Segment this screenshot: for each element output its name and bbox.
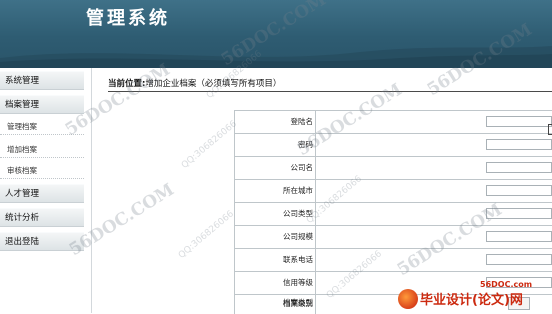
field-label: 联系电话 — [234, 248, 316, 271]
password-input[interactable] — [486, 139, 552, 150]
breadcrumb-prefix: 当前位置: — [108, 79, 146, 89]
field-label: 公司规模 — [234, 225, 316, 248]
form-row-login: 登陆名 — [234, 110, 552, 134]
logo-text: 毕业设计(论文)网 — [420, 293, 523, 308]
field-label: 登陆名 — [234, 110, 316, 133]
form-row-company-type: 公司类型 — [234, 202, 552, 226]
field-label: 公司类型 — [234, 202, 316, 225]
breadcrumb-text: 增加企业档案（必须填写所有项目） — [145, 79, 282, 89]
watermark-qq: QQ:306826066 — [176, 209, 236, 261]
field-label: 所在城市 — [234, 179, 316, 202]
header-wave-decoration — [0, 46, 552, 68]
login-name-input[interactable] — [486, 116, 552, 127]
field-label: 信用等级 — [234, 271, 316, 294]
sidebar-subitem-manage-archives[interactable]: 管理档案 — [0, 119, 84, 135]
company-type-input[interactable] — [486, 208, 552, 219]
company-size-input[interactable] — [486, 231, 552, 242]
app-header: 管理系统 — [0, 0, 552, 68]
sidebar-item-talent[interactable]: 人才管理 — [0, 184, 84, 203]
form-row-phone: 联系电话 — [234, 248, 552, 272]
app-title: 管理系统 — [86, 8, 170, 29]
sidebar: 系统管理 档案管理 管理档案 增加档案 审核档案 人才管理 统计分析 退出登陆 — [0, 68, 92, 313]
form-row-password: 密码 — [234, 133, 552, 157]
field-label: 公司名 — [234, 156, 316, 179]
form-row-city: 所在城市 — [234, 179, 552, 203]
form-row-company-size: 公司规模 — [234, 225, 552, 249]
form-row-company-name: 公司名 — [234, 156, 552, 180]
field-label: 档案级别 — [234, 295, 316, 314]
sidebar-item-system[interactable]: 系统管理 — [0, 71, 84, 90]
site-logo: 56DOC.com 毕业设计(论文)网 — [398, 280, 552, 313]
phone-input[interactable] — [486, 254, 552, 265]
company-name-input[interactable] — [486, 162, 552, 173]
logo-circle-icon — [398, 289, 418, 309]
field-label: 密码 — [234, 133, 316, 156]
logo-site-url: 56DOC.com — [480, 280, 533, 289]
sidebar-subitem-add-archive[interactable]: 增加档案 — [0, 142, 84, 158]
sidebar-item-logout[interactable]: 退出登陆 — [0, 232, 84, 251]
sidebar-item-statistics[interactable]: 统计分析 — [0, 208, 84, 227]
breadcrumb: 当前位置:增加企业档案（必须填写所有项目） — [108, 77, 552, 92]
watermark-qq: QQ:306826066 — [179, 119, 239, 171]
window-edge-mark — [548, 124, 552, 135]
sidebar-item-archives[interactable]: 档案管理 — [0, 95, 84, 114]
sidebar-subitem-review-archives[interactable]: 审核档案 — [0, 163, 84, 179]
city-input[interactable] — [486, 185, 552, 196]
